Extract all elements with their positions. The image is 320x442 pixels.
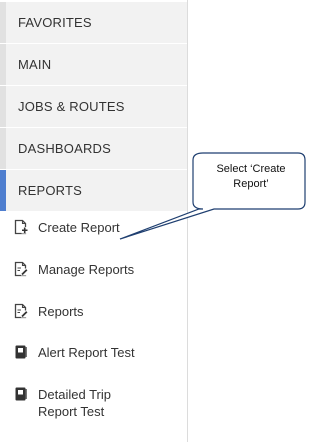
section-favorites[interactable]: FAVORITES [0,2,187,43]
section-dashboards[interactable]: DASHBOARDS [0,128,187,169]
callout-line1: Select ‘Create [216,163,286,175]
section-main[interactable]: MAIN [0,44,187,85]
menu-item-manage-reports[interactable]: Manage Reports [0,261,187,278]
menu-item-label-multiline: Detailed Trip Report Test [38,386,111,420]
menu-item-label: Create Report [38,220,120,235]
menu-item-create-report[interactable]: Create Report [0,219,187,236]
reports-menu: Create Report Manage Reports Reports Ale… [0,219,187,420]
section-reports[interactable]: REPORTS [0,170,187,211]
section-label: JOBS & ROUTES [18,99,125,114]
menu-item-label: Manage Reports [38,262,135,277]
section-label: REPORTS [18,183,83,198]
menu-item-label: Reports [38,304,84,319]
saved-report-icon [15,387,27,401]
menu-item-label-line1: Detailed Trip [38,387,111,402]
menu-item-reports[interactable]: Reports [0,303,187,320]
saved-report-icon [15,345,27,359]
section-label: FAVORITES [18,15,92,30]
section-label: DASHBOARDS [18,141,112,156]
create-report-icon [14,219,28,235]
menu-item-label-line2: Report Test [38,404,105,419]
callout-line2: Report’ [233,178,269,190]
sidebar-nav: FAVORITES MAIN JOBS & ROUTES DASHBOARDS … [0,0,188,442]
manage-reports-icon [14,261,28,277]
section-label: MAIN [18,57,52,72]
reports-icon [14,303,28,319]
callout-text: Select ‘Create Report’ [196,162,306,192]
menu-item-label: Alert Report Test [38,345,135,360]
menu-item-alert-report-test[interactable]: Alert Report Test [0,344,187,361]
menu-item-detailed-trip-report-test[interactable]: Detailed Trip Report Test [0,386,187,420]
section-jobs-routes[interactable]: JOBS & ROUTES [0,86,187,127]
